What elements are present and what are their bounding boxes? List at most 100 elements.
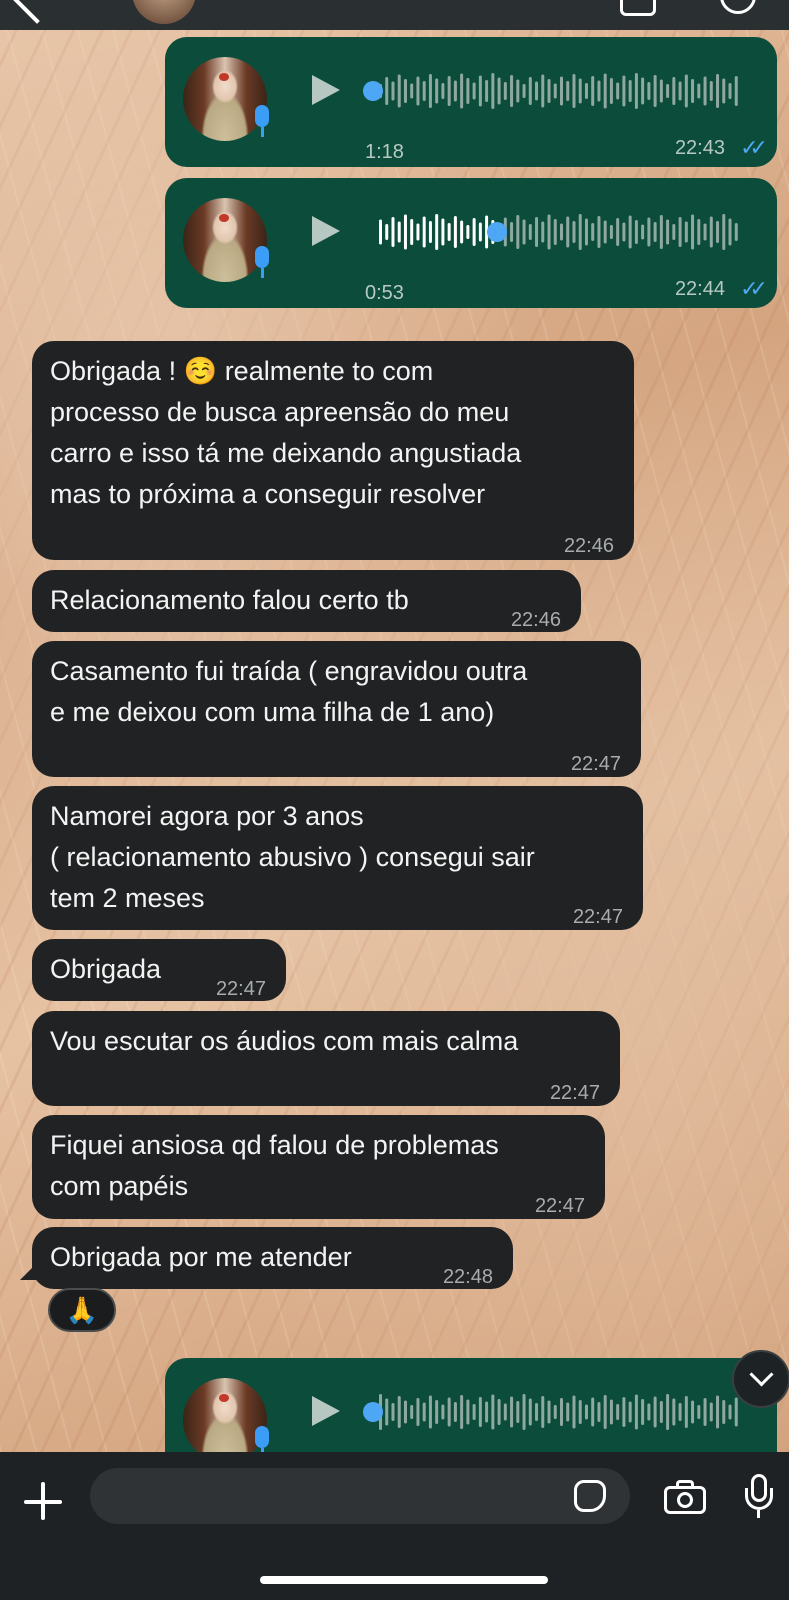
message-time: 22:47 xyxy=(549,1082,600,1104)
waveform-bar xyxy=(478,75,482,107)
incoming-message[interactable]: Vou escutar os áudios com mais calma 22:… xyxy=(32,1011,620,1106)
waveform-bar xyxy=(572,1395,576,1429)
camera-icon[interactable] xyxy=(664,1478,710,1516)
playback-scrubber[interactable] xyxy=(487,222,507,242)
waveform-bar xyxy=(628,80,632,102)
waveform-bar xyxy=(722,78,726,104)
waveform-bar xyxy=(391,217,395,247)
waveform-bar xyxy=(572,221,576,243)
waveform[interactable] xyxy=(375,1390,745,1434)
waveform-bar xyxy=(460,1395,464,1429)
waveform-bar xyxy=(653,75,657,107)
waveform-bar xyxy=(678,217,682,247)
double-check-read-icon: ✓✓ xyxy=(740,135,768,160)
message-input[interactable] xyxy=(90,1468,630,1524)
voice-message[interactable]: 0:53 22:44 ✓✓ xyxy=(165,178,777,308)
waveform-bar xyxy=(516,1401,520,1423)
microphone-icon xyxy=(255,1426,269,1448)
scroll-to-bottom-button[interactable] xyxy=(732,1350,789,1408)
waveform-bar xyxy=(734,76,738,106)
microphone-icon[interactable] xyxy=(744,1474,774,1522)
waveform-bar xyxy=(734,1397,738,1427)
message-text: Obrigada ! ☺️ realmente to com processo … xyxy=(50,356,522,509)
video-call-icon[interactable] xyxy=(620,0,656,16)
waveform-bar xyxy=(422,216,426,248)
waveform-bar xyxy=(578,214,582,250)
waveform-bar xyxy=(535,217,539,247)
incoming-message[interactable]: Obrigada 22:47 xyxy=(32,939,286,1001)
waveform-bar xyxy=(428,74,432,108)
waveform-bar xyxy=(510,1396,514,1428)
waveform-bar xyxy=(691,79,695,103)
waveform-bar xyxy=(578,1400,582,1424)
waveform-bar xyxy=(659,215,663,249)
incoming-message[interactable]: Obrigada ! ☺️ realmente to com processo … xyxy=(32,341,634,560)
contact-avatar[interactable] xyxy=(132,0,196,24)
message-time: 22:47 xyxy=(570,753,621,775)
waveform-bar xyxy=(485,1401,489,1423)
incoming-message[interactable]: Casamento fui traída ( engravidou outra … xyxy=(32,641,641,777)
waveform-bar xyxy=(616,1404,620,1420)
waveform-bar xyxy=(697,1405,701,1419)
waveform-bar xyxy=(397,221,401,243)
plus-icon[interactable] xyxy=(24,1482,64,1522)
message-time: 22:47 xyxy=(215,978,266,1000)
waveform-bar xyxy=(641,224,645,240)
waveform-bar xyxy=(672,224,676,240)
waveform-bar xyxy=(528,224,532,240)
waveform-bar xyxy=(453,1402,457,1422)
waveform-bar xyxy=(460,73,464,109)
waveform-bar xyxy=(422,81,426,101)
playback-scrubber[interactable] xyxy=(363,1402,383,1422)
waveform-bar xyxy=(497,1399,501,1425)
voice-message[interactable]: 1:18 22:43 ✓✓ xyxy=(165,37,777,167)
play-icon[interactable] xyxy=(312,75,340,105)
incoming-message[interactable]: Namorei agora por 3 anos ( relacionament… xyxy=(32,786,643,930)
play-icon[interactable] xyxy=(312,1396,340,1426)
waveform-bar xyxy=(510,75,514,107)
waveform-bar xyxy=(647,1403,651,1421)
incoming-message[interactable]: Fiquei ansiosa qd falou de problemas com… xyxy=(32,1115,605,1219)
waveform[interactable] xyxy=(375,69,745,113)
waveform-bar xyxy=(410,219,414,245)
voice-message[interactable] xyxy=(165,1358,777,1452)
back-arrow-icon[interactable] xyxy=(10,0,64,24)
incoming-message[interactable]: Relacionamento falou certo tb 22:46 xyxy=(32,570,581,632)
waveform-bar xyxy=(641,77,645,105)
incoming-message[interactable]: Obrigada por me atender 22:48 xyxy=(32,1227,513,1289)
play-icon[interactable] xyxy=(312,216,340,246)
waveform-bar xyxy=(647,217,651,247)
waveform-bar xyxy=(472,82,476,100)
waveform-bar xyxy=(516,215,520,249)
waveform-bar xyxy=(634,220,638,244)
waveform-bar xyxy=(541,1396,545,1428)
waveform-bar xyxy=(566,216,570,248)
waveform-bar xyxy=(391,1403,395,1421)
waveform-bar xyxy=(441,83,445,99)
playback-scrubber[interactable] xyxy=(363,81,383,101)
waveform-bar xyxy=(603,220,607,244)
waveform-bar xyxy=(734,223,738,241)
waveform-bar xyxy=(447,1397,451,1427)
waveform-bar xyxy=(522,1394,526,1430)
waveform-bar xyxy=(641,1399,645,1425)
waveform-bar xyxy=(609,225,613,239)
waveform-bar xyxy=(547,214,551,250)
voice-duration: 1:18 xyxy=(365,141,404,163)
waveform-bar xyxy=(472,218,476,246)
waveform-bar xyxy=(528,1398,532,1426)
phone-call-icon[interactable] xyxy=(720,0,756,14)
waveform-bar xyxy=(491,73,495,109)
waveform-bar xyxy=(541,74,545,108)
waveform-bar xyxy=(653,222,657,242)
waveform-bar xyxy=(672,1398,676,1426)
waveform-bar xyxy=(691,214,695,250)
waveform-bar xyxy=(597,216,601,248)
sticker-icon[interactable] xyxy=(574,1480,606,1512)
waveform-bar xyxy=(728,218,732,246)
waveform-bar xyxy=(441,218,445,246)
waveform-bar xyxy=(560,76,563,106)
waveform-bar xyxy=(566,1402,570,1422)
praying-hands-icon[interactable]: 🙏 xyxy=(48,1288,116,1332)
waveform[interactable] xyxy=(375,210,745,254)
